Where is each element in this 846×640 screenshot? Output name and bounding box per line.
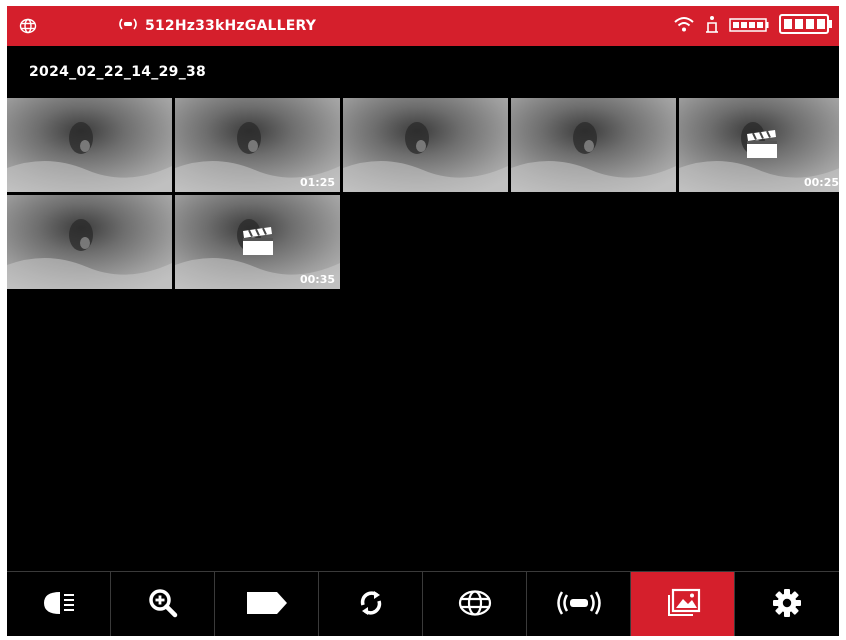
- rotate-icon: [357, 589, 385, 621]
- pipe-image: [7, 195, 172, 289]
- rotate-button[interactable]: [319, 572, 423, 636]
- zoom-in-button[interactable]: [111, 572, 215, 636]
- pipe-image: [511, 98, 676, 192]
- tag-button[interactable]: [215, 572, 319, 636]
- grid-globe-icon[interactable]: [19, 18, 37, 38]
- grid-button[interactable]: [423, 572, 527, 636]
- video-clapper-icon: [241, 227, 275, 261]
- video-duration: 00:35: [299, 273, 335, 286]
- gallery-button[interactable]: [631, 572, 735, 636]
- status-bar: 512Hz33kHzGALLERY: [7, 6, 839, 46]
- status-title: 512Hz33kHzGALLERY: [145, 18, 317, 34]
- bottom-toolbar: [7, 571, 839, 636]
- video-duration: 01:25: [299, 176, 335, 189]
- settings-gear-icon: [772, 588, 802, 622]
- gallery-thumbnail[interactable]: 00:25: [679, 98, 839, 192]
- gallery-icon: [665, 588, 701, 622]
- video-clapper-icon: [745, 130, 779, 164]
- wifi-icon: [673, 15, 695, 37]
- sonde-button[interactable]: [527, 572, 631, 636]
- tag-icon: [245, 590, 289, 620]
- grid-globe-icon: [457, 589, 493, 621]
- sonde-signal-icon: [117, 17, 139, 35]
- headlight-icon: [42, 590, 76, 620]
- settings-button[interactable]: [735, 572, 839, 636]
- sonde-signal-icon: [554, 589, 604, 621]
- device-battery-icon: [729, 17, 769, 36]
- status-title-group: 512Hz33kHzGALLERY: [117, 6, 316, 46]
- gallery-thumbnail[interactable]: [343, 98, 508, 192]
- folder-name: 2024_02_22_14_29_38: [29, 64, 207, 80]
- gallery-thumbnail[interactable]: 00:35: [175, 195, 340, 289]
- gallery-thumbnail[interactable]: [511, 98, 676, 192]
- gallery-thumbnail[interactable]: [7, 98, 172, 192]
- gallery-thumbnail[interactable]: 01:25: [175, 98, 340, 192]
- pipe-image: [343, 98, 508, 192]
- pipe-image: [7, 98, 172, 192]
- headlight-button[interactable]: [7, 572, 111, 636]
- status-indicators: [673, 14, 833, 38]
- device-screen: 512Hz33kHzGALLERY 2024_02_22_14_29_38 01…: [7, 6, 839, 636]
- gallery-thumbnail[interactable]: [7, 195, 172, 289]
- battery-icon: [779, 14, 833, 38]
- zoom-in-icon: [148, 588, 178, 622]
- person-icon: [705, 15, 719, 37]
- video-duration: 00:25: [803, 176, 839, 189]
